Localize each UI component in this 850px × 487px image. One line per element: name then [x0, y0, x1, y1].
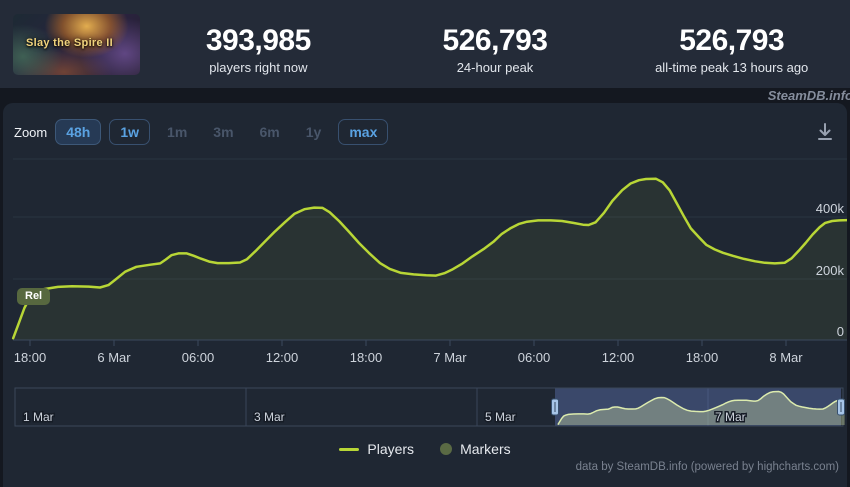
- header: Slay the Spire II 393,985 players right …: [0, 0, 850, 88]
- zoom-button-max[interactable]: max: [338, 119, 388, 145]
- x-axis-ticks: [30, 340, 786, 346]
- nav-date: 3 Mar: [254, 410, 285, 424]
- navigator: 1 Mar 3 Mar 5 Mar 7 Mar: [15, 388, 845, 426]
- navigator-handle-right[interactable]: [838, 399, 845, 415]
- y-tick-400k: 400k: [816, 201, 845, 216]
- markers-dot-swatch: [440, 443, 452, 455]
- zoom-button-1w[interactable]: 1w: [109, 119, 150, 145]
- zoom-button-3m: 3m: [204, 119, 242, 145]
- nav-date: 1 Mar: [23, 410, 54, 424]
- zoom-button-48h[interactable]: 48h: [55, 119, 101, 145]
- chart-toolbar: Zoom 48h 1w 1m 3m 6m 1y max: [14, 118, 836, 146]
- x-tick: 06:00: [182, 350, 215, 365]
- y-tick-200k: 200k: [816, 263, 845, 278]
- x-tick: 12:00: [602, 350, 635, 365]
- release-marker-badge[interactable]: Rel: [17, 288, 50, 305]
- peak-24h-value: 526,793: [377, 24, 614, 57]
- x-tick: 6 Mar: [97, 350, 131, 365]
- download-button[interactable]: [814, 121, 836, 143]
- navigator-handle-left[interactable]: [552, 399, 559, 415]
- current-players-label: players right now: [140, 60, 377, 75]
- zoom-button-6m: 6m: [251, 119, 289, 145]
- x-tick: 18:00: [350, 350, 383, 365]
- chart-panel: 18:00 6 Mar 06:00 12:00 18:00 7 Mar 06:0…: [3, 103, 847, 487]
- peak-24h-label: 24-hour peak: [377, 60, 614, 75]
- legend-item-markers[interactable]: Markers: [440, 441, 511, 457]
- x-tick: 8 Mar: [769, 350, 803, 365]
- alltime-peak-value: 526,793: [613, 24, 850, 57]
- steamdb-watermark: SteamDB.info: [768, 88, 850, 104]
- download-icon: [814, 121, 836, 143]
- x-tick: 7 Mar: [433, 350, 467, 365]
- alltime-peak-label: all-time peak 13 hours ago: [613, 60, 850, 75]
- zoom-label: Zoom: [14, 125, 47, 140]
- current-players-value: 393,985: [140, 24, 377, 57]
- stats-row: 393,985 players right now 526,793 24-hou…: [140, 14, 850, 75]
- zoom-button-1y: 1y: [297, 119, 331, 145]
- legend-players-label: Players: [367, 441, 414, 457]
- x-tick: 18:00: [14, 350, 47, 365]
- x-axis-labels: 18:00 6 Mar 06:00 12:00 18:00 7 Mar 06:0…: [14, 350, 804, 365]
- players-line-swatch: [339, 448, 359, 451]
- x-tick: 06:00: [518, 350, 551, 365]
- y-tick-0: 0: [837, 324, 844, 339]
- game-capsule[interactable]: Slay the Spire II: [13, 14, 140, 75]
- chart-svg: 18:00 6 Mar 06:00 12:00 18:00 7 Mar 06:0…: [3, 103, 847, 487]
- stat-24h-peak: 526,793 24-hour peak: [377, 14, 614, 75]
- x-axis: 18:00 6 Mar 06:00 12:00 18:00 7 Mar 06:0…: [13, 340, 847, 365]
- credits-text[interactable]: data by SteamDB.info (powered by highcha…: [576, 461, 839, 473]
- chart-legend: Players Markers: [3, 441, 847, 457]
- stat-alltime-peak: 526,793 all-time peak 13 hours ago: [613, 14, 850, 75]
- legend-item-players[interactable]: Players: [339, 441, 414, 457]
- game-title: Slay the Spire II: [13, 38, 126, 50]
- steamdb-chart-page: Slay the Spire II 393,985 players right …: [0, 0, 850, 487]
- zoom-button-1m: 1m: [158, 119, 196, 145]
- nav-date: 7 Mar: [715, 410, 746, 424]
- stat-current-players: 393,985 players right now: [140, 14, 377, 75]
- legend-markers-label: Markers: [460, 441, 511, 457]
- chart-plot-area[interactable]: [13, 143, 847, 340]
- x-tick: 12:00: [266, 350, 299, 365]
- x-tick: 18:00: [686, 350, 719, 365]
- nav-date: 5 Mar: [485, 410, 516, 424]
